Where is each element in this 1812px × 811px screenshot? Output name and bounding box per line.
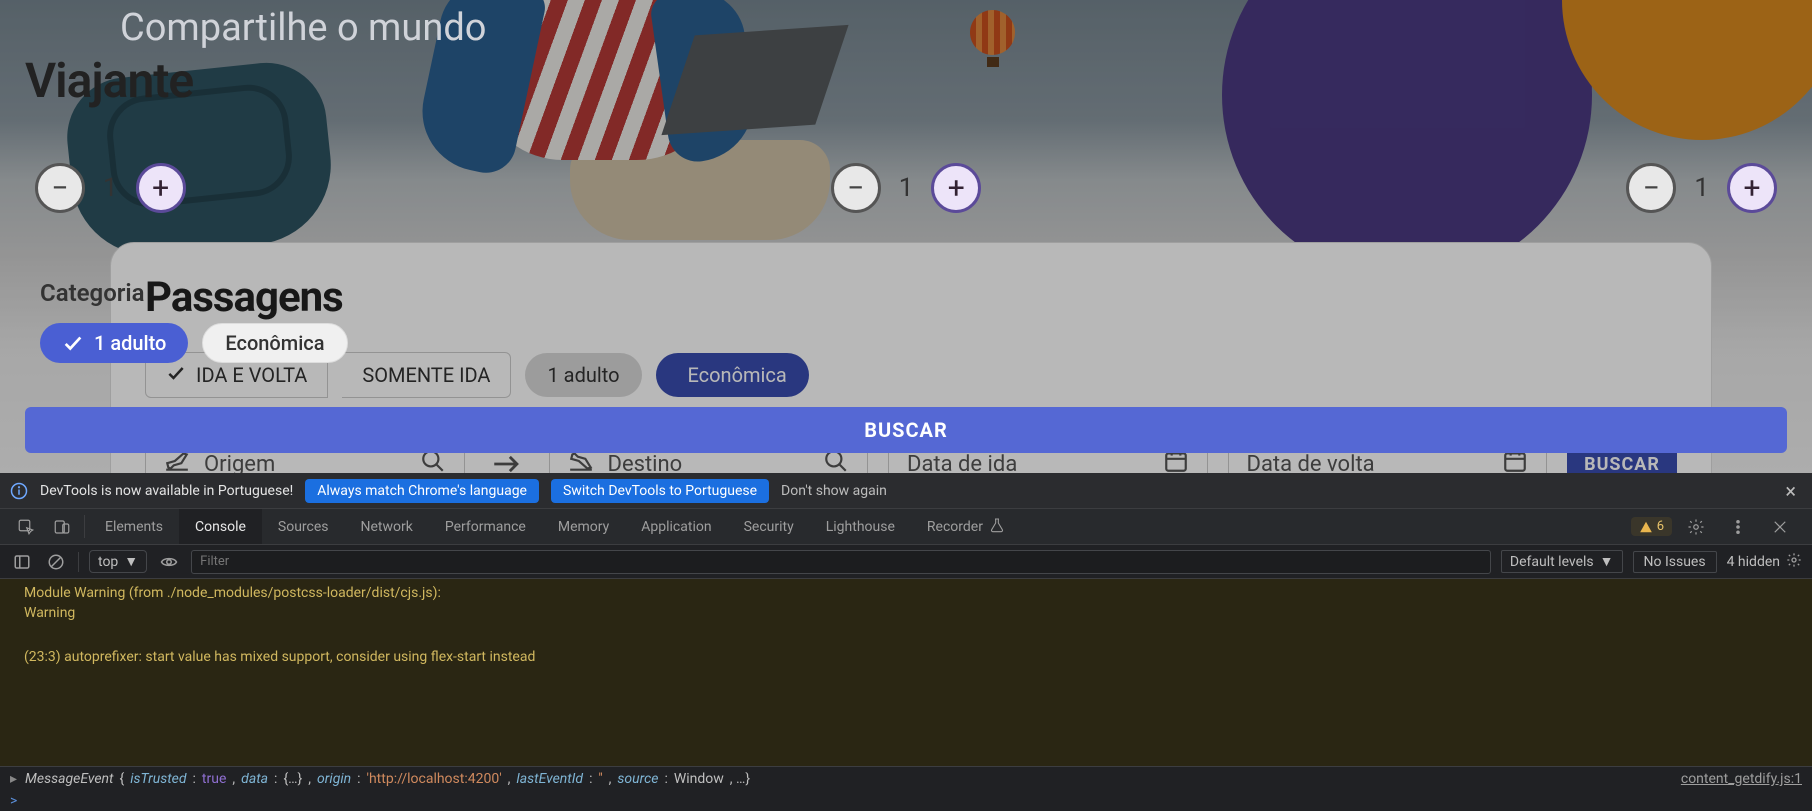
chip-economy[interactable]: Econômica bbox=[202, 323, 347, 363]
inspect-element-button[interactable] bbox=[8, 509, 44, 544]
flask-icon bbox=[989, 517, 1005, 537]
check-icon bbox=[62, 332, 84, 354]
live-expression-button[interactable] bbox=[157, 550, 181, 574]
minus-icon: − bbox=[847, 171, 864, 206]
clear-console-button[interactable] bbox=[44, 550, 68, 574]
console-warning-line: Module Warning (from ./node_modules/post… bbox=[0, 583, 1812, 603]
card-search-label: BUSCAR bbox=[1584, 454, 1660, 474]
execution-context-selector[interactable]: top ▼ bbox=[89, 550, 147, 573]
tab-console[interactable]: Console bbox=[179, 509, 262, 544]
levels-label: Default levels bbox=[1510, 554, 1594, 570]
tab-lighthouse[interactable]: Lighthouse bbox=[810, 509, 911, 544]
console-sidebar-button[interactable] bbox=[10, 550, 34, 574]
tab-network[interactable]: Network bbox=[345, 509, 429, 544]
devtools-panel: DevTools is now available in Portuguese!… bbox=[0, 473, 1812, 811]
devtools-tabbar: Elements Console Sources Network Perform… bbox=[0, 509, 1812, 545]
issues-label: No Issues bbox=[1644, 554, 1706, 570]
console-warning-line: Warning bbox=[0, 603, 1812, 623]
console-message-row[interactable]: ▸ MessageEvent { isTrusted: true, data: … bbox=[0, 766, 1812, 791]
warnings-count: 6 bbox=[1657, 519, 1664, 534]
chevron-down-icon: ▼ bbox=[1600, 553, 1614, 570]
context-label: top bbox=[98, 554, 118, 570]
plus-icon: + bbox=[1743, 171, 1760, 206]
hero-subtitle: Compartilhe o mundo bbox=[120, 6, 1787, 50]
category-label: Categoria bbox=[40, 279, 1787, 307]
origin-label: Origem bbox=[204, 452, 275, 474]
close-devtools-button[interactable] bbox=[1762, 518, 1798, 536]
chevron-down-icon: ▼ bbox=[124, 553, 138, 570]
tab-recorder[interactable]: Recorder bbox=[911, 509, 1021, 544]
chip-adult-label: 1 adulto bbox=[94, 331, 166, 355]
minus-icon: − bbox=[51, 171, 68, 206]
popup-search-label: BUSCAR bbox=[864, 418, 948, 442]
tab-memory[interactable]: Memory bbox=[542, 509, 625, 544]
destination-label: Destino bbox=[608, 452, 683, 474]
banner-switch-language-button[interactable]: Switch DevTools to Portuguese bbox=[551, 479, 769, 503]
hidden-count[interactable]: 4 hidden bbox=[1727, 552, 1802, 572]
popup-title: Viajante bbox=[25, 52, 1787, 109]
console-toolbar: top ▼ Default levels ▼ No Issues 4 hidde… bbox=[0, 545, 1812, 579]
hidden-label: 4 hidden bbox=[1727, 554, 1780, 570]
return-label: Data de volta bbox=[1247, 452, 1375, 474]
devtools-language-banner: DevTools is now available in Portuguese!… bbox=[0, 473, 1812, 509]
banner-close-button[interactable]: × bbox=[1779, 479, 1802, 503]
issues-button[interactable]: No Issues bbox=[1633, 551, 1717, 573]
banner-message: DevTools is now available in Portuguese! bbox=[40, 483, 293, 499]
tab-sources[interactable]: Sources bbox=[262, 509, 345, 544]
chip-economy-label: Econômica bbox=[225, 331, 324, 355]
app-viewport: Passagens IDA E VOLTA SOMENTE IDA 1 adul… bbox=[0, 0, 1812, 473]
console-prompt[interactable]: > bbox=[0, 791, 1812, 811]
device-toolbar-button[interactable] bbox=[44, 509, 80, 544]
minus-icon: − bbox=[1643, 171, 1660, 206]
increment-button[interactable]: + bbox=[1727, 163, 1777, 213]
console-source-link[interactable]: content_getdify.js:1 bbox=[1681, 771, 1802, 787]
console-warning-line bbox=[0, 623, 1812, 643]
console-filter-input[interactable] bbox=[191, 550, 1491, 574]
tab-application[interactable]: Application bbox=[625, 509, 727, 544]
msg-event-name: MessageEvent bbox=[25, 771, 113, 787]
counter-2: − 1 + bbox=[831, 163, 982, 213]
expand-caret-icon[interactable]: ▸ bbox=[10, 771, 17, 787]
warnings-badge[interactable]: 6 bbox=[1631, 517, 1672, 536]
counter-3-value: 1 bbox=[1694, 173, 1709, 203]
more-button[interactable] bbox=[1720, 518, 1756, 536]
info-icon bbox=[10, 482, 28, 500]
gear-icon bbox=[1786, 552, 1802, 572]
chip-adult[interactable]: 1 adulto bbox=[40, 323, 188, 363]
popup-search-button[interactable]: BUSCAR bbox=[25, 407, 1787, 453]
counter-3: − 1 + bbox=[1626, 163, 1777, 213]
decrement-button[interactable]: − bbox=[35, 163, 85, 213]
category-chip-row: 1 adulto Econômica bbox=[40, 323, 1787, 363]
counter-2-value: 1 bbox=[899, 173, 914, 203]
plus-icon: + bbox=[152, 171, 169, 206]
depart-label: Data de ida bbox=[907, 452, 1017, 474]
banner-always-match-button[interactable]: Always match Chrome's language bbox=[305, 479, 539, 503]
tab-security[interactable]: Security bbox=[728, 509, 810, 544]
plus-icon: + bbox=[948, 171, 965, 206]
log-levels-selector[interactable]: Default levels ▼ bbox=[1501, 550, 1623, 573]
tab-performance[interactable]: Performance bbox=[429, 509, 542, 544]
decrement-button[interactable]: − bbox=[1626, 163, 1676, 213]
counter-1: − 1 + bbox=[35, 163, 186, 213]
decrement-button[interactable]: − bbox=[831, 163, 881, 213]
traveller-popup: Compartilhe o mundo Viajante − 1 + − 1 +… bbox=[10, 0, 1802, 433]
console-warning-line: (23:3) autoprefixer: start value has mix… bbox=[0, 647, 1812, 667]
counter-1-value: 1 bbox=[103, 173, 118, 203]
console-output[interactable]: Module Warning (from ./node_modules/post… bbox=[0, 579, 1812, 766]
settings-button[interactable] bbox=[1678, 518, 1714, 536]
traveller-counters: − 1 + − 1 + − 1 + bbox=[25, 163, 1787, 213]
prompt-caret: > bbox=[10, 793, 17, 809]
tab-elements[interactable]: Elements bbox=[89, 509, 179, 544]
increment-button[interactable]: + bbox=[931, 163, 981, 213]
increment-button[interactable]: + bbox=[136, 163, 186, 213]
banner-dont-show-link[interactable]: Don't show again bbox=[781, 483, 887, 499]
